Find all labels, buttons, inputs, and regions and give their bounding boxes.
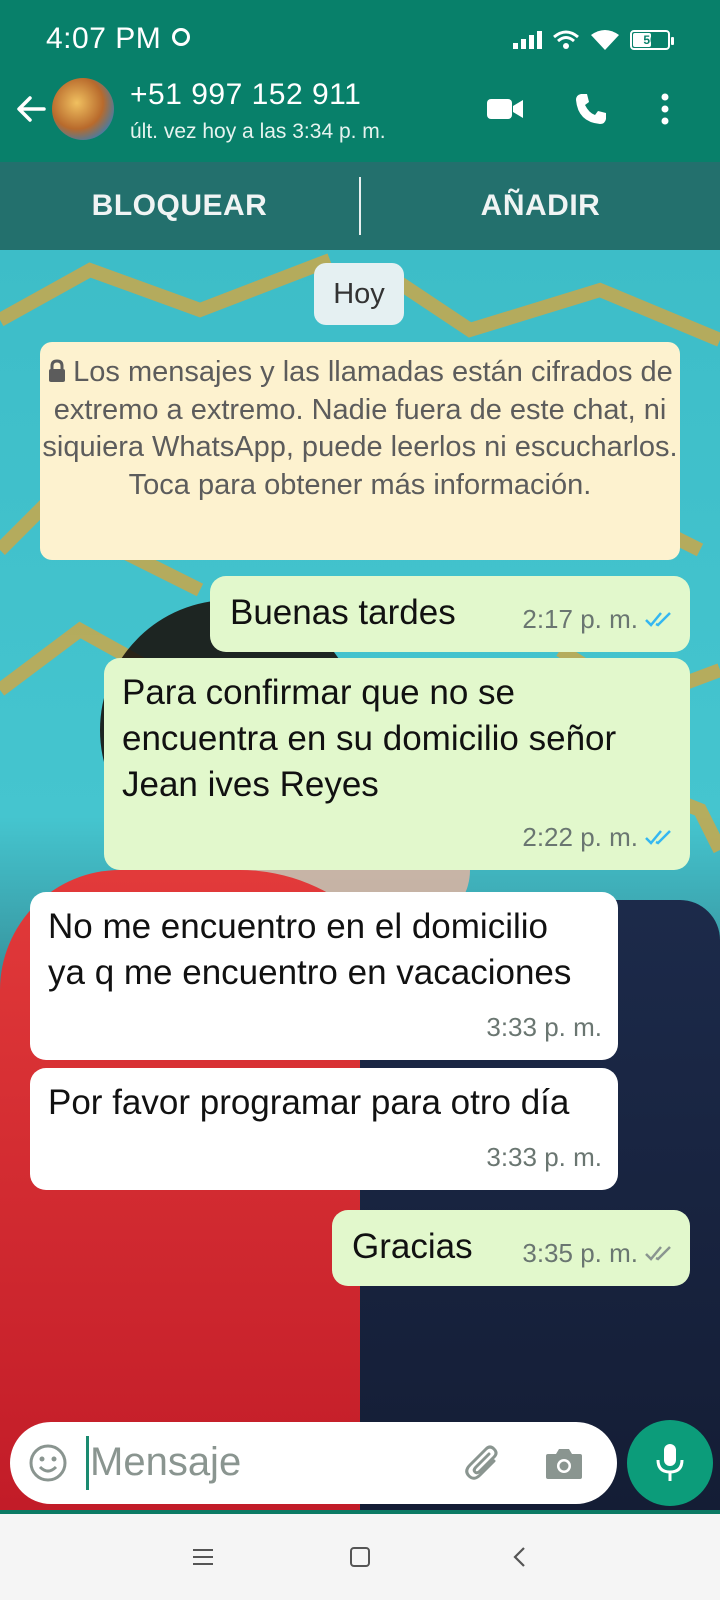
contact-name[interactable]: +51 997 152 911 — [130, 78, 361, 112]
message-text: Gracias — [352, 1227, 473, 1266]
message-text: No me encuentro en el domicilio ya q me … — [48, 907, 572, 992]
status-time: 4:07 PM — [46, 22, 162, 55]
read-ticks-icon — [645, 612, 671, 627]
message-time: 3:33 p. m. — [486, 1012, 602, 1042]
attach-icon[interactable] — [464, 1443, 504, 1483]
message-time: 2:22 p. m. — [522, 822, 638, 852]
message-meta: 2:17 p. m. — [522, 596, 674, 642]
message-outgoing[interactable]: Buenas tardes 2:17 p. m. — [210, 576, 690, 652]
add-button[interactable]: AÑADIR — [361, 189, 720, 223]
emoji-icon[interactable] — [28, 1443, 68, 1483]
lock-icon — [49, 359, 66, 382]
text-caret — [86, 1436, 89, 1490]
phone-icon[interactable] — [574, 92, 608, 126]
wifi-calling-icon — [553, 30, 579, 49]
message-text: Por favor programar para otro día — [48, 1083, 570, 1122]
back-icon[interactable] — [512, 1546, 528, 1568]
message-input[interactable]: Mensaje — [90, 1440, 241, 1485]
message-meta: 3:35 p. m. — [522, 1230, 674, 1276]
message-time: 3:33 p. m. — [486, 1142, 602, 1172]
date-badge: Hoy — [314, 263, 404, 325]
alarm-icon — [172, 28, 190, 46]
message-time: 2:17 p. m. — [522, 604, 638, 634]
signal-icon — [513, 31, 542, 49]
wifi-icon — [591, 30, 619, 50]
video-call-icon[interactable] — [486, 94, 524, 124]
encryption-notice-text: Los mensajes y las llamadas están cifrad… — [42, 356, 678, 501]
message-meta: 2:22 p. m. — [522, 814, 674, 860]
message-meta: 3:33 p. m. — [486, 1134, 602, 1180]
avatar[interactable] — [52, 78, 114, 140]
read-ticks-icon — [645, 830, 671, 845]
chat-header: 4:07 PM 50 +51 997 152 911 últ. vez hoy … — [0, 0, 720, 162]
message-meta: 3:33 p. m. — [486, 1004, 602, 1050]
battery-level: 50 — [643, 33, 657, 47]
system-nav-bar — [0, 1514, 720, 1600]
encryption-notice[interactable]: Los mensajes y las llamadas están cifrad… — [40, 342, 680, 560]
last-seen: últ. vez hoy a las 3:34 p. m. — [130, 120, 386, 143]
message-composer[interactable]: Mensaje — [10, 1422, 617, 1504]
camera-icon[interactable] — [544, 1445, 584, 1481]
mic-icon — [656, 1444, 684, 1481]
block-add-bar: BLOQUEAR AÑADIR — [0, 162, 720, 250]
block-button[interactable]: BLOQUEAR — [0, 189, 359, 223]
delivered-ticks-icon — [645, 1246, 671, 1261]
back-arrow-icon[interactable] — [14, 92, 48, 126]
menu-icon[interactable] — [192, 1548, 214, 1566]
message-text: Buenas tardes — [230, 593, 456, 632]
system-status-icons: 50 — [513, 28, 674, 52]
message-outgoing[interactable]: Para confirmar que no se encuentra en su… — [104, 658, 690, 870]
message-outgoing[interactable]: Gracias 3:35 p. m. — [332, 1210, 690, 1286]
battery-icon: 50 — [630, 30, 674, 50]
message-incoming[interactable]: Por favor programar para otro día 3:33 p… — [30, 1068, 618, 1190]
mic-button[interactable] — [627, 1420, 713, 1506]
message-incoming[interactable]: No me encuentro en el domicilio ya q me … — [30, 892, 618, 1060]
home-icon[interactable] — [349, 1546, 371, 1568]
message-time: 3:35 p. m. — [522, 1238, 638, 1268]
more-vertical-icon[interactable] — [658, 92, 672, 126]
message-text: Para confirmar que no se encuentra en su… — [122, 673, 617, 804]
